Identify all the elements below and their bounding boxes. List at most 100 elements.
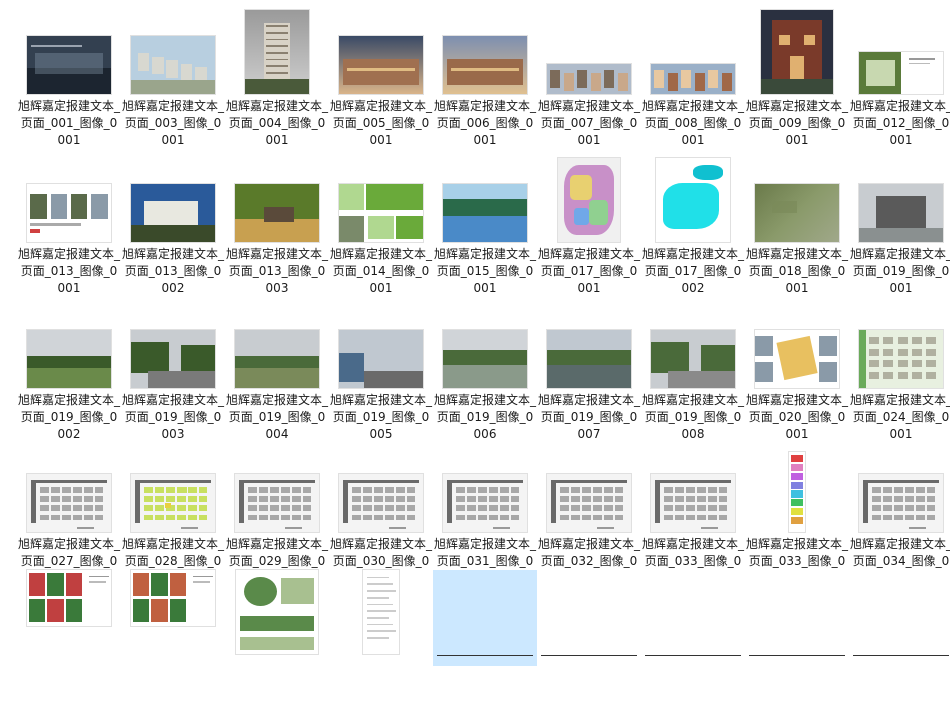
file-item[interactable]: 旭辉嘉定报建文本_页面_024_图像_0001: [849, 296, 950, 446]
file-name-label: 旭辉嘉定报建文本_页面_013_图像_0001: [17, 247, 120, 295]
thumbnail-frame: [745, 570, 849, 666]
thumbnail-frame: [225, 296, 329, 392]
image-thumbnail: [27, 570, 111, 626]
image-thumbnail: [27, 474, 111, 532]
file-item[interactable]: 旭辉嘉定报建文本_页面_019_图像_0004: [225, 296, 329, 446]
file-item[interactable]: 旭辉嘉定报建文本_页面_033_图像_0001: [641, 440, 745, 590]
file-item[interactable]: 旭辉嘉定报建文本_页面_014_图像_0001: [329, 150, 433, 300]
file-item[interactable]: [17, 570, 121, 720]
thumbnail-frame: [225, 440, 329, 536]
file-item[interactable]: 旭辉嘉定报建文本_页面_019_图像_0007: [537, 296, 641, 446]
file-item[interactable]: 旭辉嘉定报建文本_页面_001_图像_0001: [17, 2, 121, 152]
file-item[interactable]: 旭辉嘉定报建文本_页面_028_图像_0001: [121, 440, 225, 590]
image-thumbnail: [547, 474, 631, 532]
file-item[interactable]: 旭辉嘉定报建文本_页面_006_图像_0001: [433, 2, 537, 152]
file-item[interactable]: 旭辉嘉定报建文本_页面_020_图像_0001: [745, 296, 849, 446]
image-thumbnail: [761, 10, 833, 94]
file-item[interactable]: [849, 570, 950, 720]
file-name-label: 旭辉嘉定报建文本_页面_015_图像_0001: [433, 247, 536, 295]
file-item[interactable]: 旭辉嘉定报建文本_页面_019_图像_0003: [121, 296, 225, 446]
file-item[interactable]: 旭辉嘉定报建文本_页面_017_图像_0002: [641, 150, 745, 300]
thumbnail-frame: [641, 440, 745, 536]
file-name-label: 旭辉嘉定报建文本_页面_019_图像_0002: [17, 393, 120, 441]
file-item[interactable]: [225, 570, 329, 720]
image-thumbnail: [441, 570, 529, 660]
file-name-label: 旭辉嘉定报建文本_页面_019_图像_0005: [329, 393, 432, 441]
thumbnail-frame: [849, 296, 950, 392]
file-item[interactable]: 旭辉嘉定报建文本_页面_013_图像_0002: [121, 150, 225, 300]
thumbnail-frame: [537, 296, 641, 392]
image-thumbnail: [443, 330, 527, 388]
thumbnail-frame: [745, 296, 849, 392]
file-item[interactable]: 旭辉嘉定报建文本_页面_018_图像_0001: [745, 150, 849, 300]
image-thumbnail: [789, 452, 805, 532]
thumbnail-baseline: [749, 655, 845, 656]
file-item[interactable]: 旭辉嘉定报建文本_页面_032_图像_0001: [537, 440, 641, 590]
thumbnail-frame: [745, 2, 849, 98]
image-thumbnail: [339, 36, 423, 94]
file-name-label: 旭辉嘉定报建文本_页面_009_图像_0001: [745, 99, 848, 147]
file-name-label: 旭辉嘉定报建文本_页面_005_图像_0001: [329, 99, 432, 147]
file-name-label: 旭辉嘉定报建文本_页面_008_图像_0001: [641, 99, 744, 147]
file-item[interactable]: 旭辉嘉定报建文本_页面_019_图像_0006: [433, 296, 537, 446]
thumbnail-frame: [537, 440, 641, 536]
image-thumbnail: [27, 184, 111, 242]
thumbnail-frame: [745, 150, 849, 246]
file-item[interactable]: 旭辉嘉定报建文本_页面_009_图像_0001: [745, 2, 849, 152]
image-thumbnail: [859, 52, 943, 94]
file-item[interactable]: 旭辉嘉定报建文本_页面_013_图像_0001: [17, 150, 121, 300]
file-item[interactable]: 旭辉嘉定报建文本_页面_019_图像_0008: [641, 296, 745, 446]
thumbnail-frame: [329, 440, 433, 536]
file-item[interactable]: [121, 570, 225, 720]
file-item[interactable]: [329, 570, 433, 720]
thumbnail-frame: [17, 2, 121, 98]
file-item[interactable]: [433, 570, 537, 720]
file-item[interactable]: 旭辉嘉定报建文本_页面_030_图像_0001: [329, 440, 433, 590]
file-item[interactable]: 旭辉嘉定报建文本_页面_008_图像_0001: [641, 2, 745, 152]
thumbnail-frame: [849, 2, 950, 98]
thumbnail-frame: [17, 296, 121, 392]
thumbnail-frame: [329, 296, 433, 392]
thumbnail-frame: [121, 570, 225, 666]
file-name-label: 旭辉嘉定报建文本_页面_017_图像_0001: [537, 247, 640, 295]
thumbnail-frame: [641, 150, 745, 246]
image-thumbnail: [755, 184, 839, 242]
file-item[interactable]: 旭辉嘉定报建文本_页面_017_图像_0001: [537, 150, 641, 300]
file-item[interactable]: 旭辉嘉定报建文本_页面_031_图像_0001: [433, 440, 537, 590]
file-name-label: 旭辉嘉定报建文本_页面_004_图像_0001: [225, 99, 328, 147]
file-name-label: 旭辉嘉定报建文本_页面_012_图像_0001: [849, 99, 950, 147]
file-item[interactable]: 旭辉嘉定报建文本_页面_034_图像_0001: [849, 440, 950, 590]
file-item[interactable]: 旭辉嘉定报建文本_页面_005_图像_0001: [329, 2, 433, 152]
file-item[interactable]: 旭辉嘉定报建文本_页面_033_图像_0002: [745, 440, 849, 590]
file-name-label: 旭辉嘉定报建文本_页面_013_图像_0002: [121, 247, 224, 295]
file-item[interactable]: 旭辉嘉定报建文本_页面_007_图像_0001: [537, 2, 641, 152]
file-item[interactable]: 旭辉嘉定报建文本_页面_027_图像_0001: [17, 440, 121, 590]
thumbnail-frame: [537, 2, 641, 98]
file-item[interactable]: 旭辉嘉定报建文本_页面_013_图像_0003: [225, 150, 329, 300]
file-item[interactable]: 旭辉嘉定报建文本_页面_004_图像_0001: [225, 2, 329, 152]
file-item[interactable]: 旭辉嘉定报建文本_页面_019_图像_0002: [17, 296, 121, 446]
image-thumbnail: [755, 570, 839, 620]
image-thumbnail: [558, 158, 620, 242]
image-thumbnail: [443, 36, 527, 94]
file-item[interactable]: 旭辉嘉定报建文本_页面_029_图像_0001: [225, 440, 329, 590]
thumbnail-frame: [745, 440, 849, 536]
image-thumbnail: [656, 158, 730, 242]
thumbnail-frame: [537, 570, 641, 666]
file-item[interactable]: [641, 570, 745, 720]
file-name-label: 旭辉嘉定报建文本_页面_019_图像_0007: [537, 393, 640, 441]
file-item[interactable]: 旭辉嘉定报建文本_页面_012_图像_0001: [849, 2, 950, 152]
file-name-label: 旭辉嘉定报建文本_页面_024_图像_0001: [849, 393, 950, 441]
image-thumbnail: [859, 570, 943, 620]
file-item[interactable]: [537, 570, 641, 720]
thumbnail-frame: [433, 296, 537, 392]
file-item[interactable]: [745, 570, 849, 720]
image-thumbnail: [131, 570, 215, 626]
file-item[interactable]: 旭辉嘉定报建文本_页面_019_图像_0005: [329, 296, 433, 446]
file-item[interactable]: 旭辉嘉定报建文本_页面_019_图像_0001: [849, 150, 950, 300]
thumbnail-frame: [641, 2, 745, 98]
file-item[interactable]: 旭辉嘉定报建文本_页面_015_图像_0001: [433, 150, 537, 300]
file-item[interactable]: 旭辉嘉定报建文本_页面_003_图像_0001: [121, 2, 225, 152]
thumbnail-frame: [225, 570, 329, 666]
file-name-label: 旭辉嘉定报建文本_页面_018_图像_0001: [745, 247, 848, 295]
